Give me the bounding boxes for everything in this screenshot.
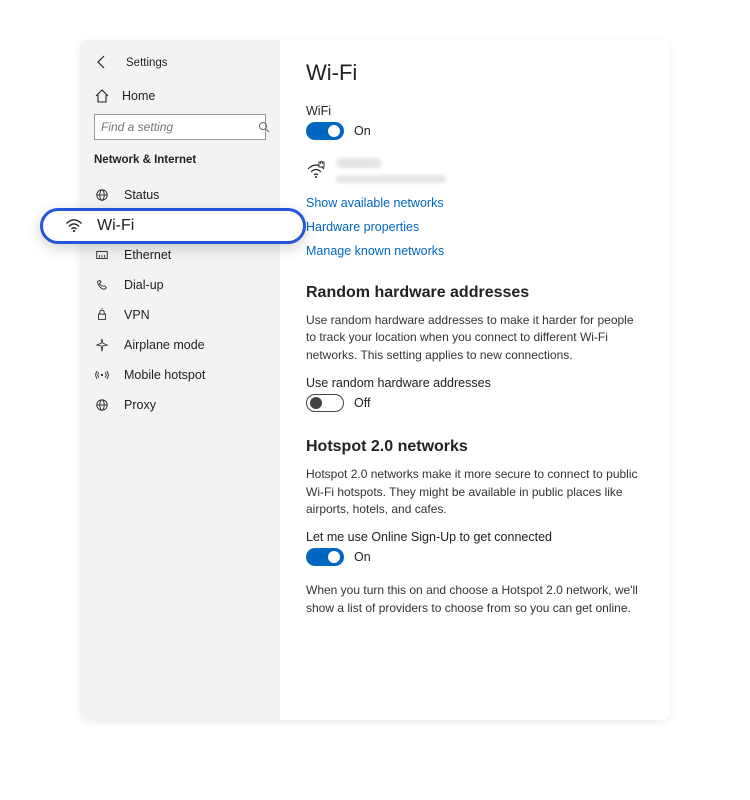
wifi-toggle-label: WiFi bbox=[306, 104, 644, 118]
nav-label: Status bbox=[124, 188, 266, 202]
link-known-networks[interactable]: Manage known networks bbox=[306, 244, 644, 258]
link-show-networks[interactable]: Show available networks bbox=[306, 196, 644, 210]
search-icon bbox=[258, 121, 270, 133]
content-area: Settings Home Network & Internet Sta bbox=[80, 40, 670, 720]
hotspot-toggle-row: On bbox=[306, 548, 644, 566]
hotspot-heading: Hotspot 2.0 networks bbox=[306, 438, 644, 456]
nav-label: Ethernet bbox=[124, 248, 266, 262]
random-hw-toggle[interactable] bbox=[306, 394, 344, 412]
callout-label: Wi-Fi bbox=[97, 217, 134, 235]
link-hardware-props[interactable]: Hardware properties bbox=[306, 220, 644, 234]
sidebar-item-hotspot[interactable]: Mobile hotspot bbox=[80, 360, 280, 390]
back-icon[interactable] bbox=[94, 54, 112, 72]
settings-window: Settings Home Network & Internet Sta bbox=[0, 0, 750, 800]
nav-label: VPN bbox=[124, 308, 266, 322]
nav-label: Dial-up bbox=[124, 278, 266, 292]
random-hw-toggle-label: Use random hardware addresses bbox=[306, 376, 644, 390]
sidebar-item-proxy[interactable]: Proxy bbox=[80, 390, 280, 420]
main-panel: Wi-Fi WiFi On Show available networks Ha… bbox=[280, 40, 670, 720]
sidebar: Settings Home Network & Internet Sta bbox=[80, 40, 280, 720]
random-hw-toggle-state: Off bbox=[354, 396, 370, 410]
current-network-row[interactable] bbox=[306, 156, 644, 186]
airplane-icon bbox=[94, 337, 110, 353]
nav-label: Airplane mode bbox=[124, 338, 266, 352]
search-input[interactable] bbox=[101, 120, 258, 134]
vpn-icon bbox=[94, 307, 110, 323]
nav-label: Proxy bbox=[124, 398, 266, 412]
page-title: Wi-Fi bbox=[306, 60, 644, 86]
random-hw-toggle-row: Off bbox=[306, 394, 644, 412]
proxy-icon bbox=[94, 397, 110, 413]
random-hw-heading: Random hardware addresses bbox=[306, 284, 644, 302]
search-box[interactable] bbox=[94, 114, 266, 140]
sidebar-item-airplane[interactable]: Airplane mode bbox=[80, 330, 280, 360]
random-hw-desc: Use random hardware addresses to make it… bbox=[306, 312, 644, 364]
redacted-text bbox=[336, 156, 446, 186]
globe-icon bbox=[94, 187, 110, 203]
header-row: Settings bbox=[80, 52, 280, 82]
home-label: Home bbox=[122, 89, 155, 103]
app-title: Settings bbox=[126, 57, 168, 69]
wifi-toggle-state: On bbox=[354, 124, 371, 138]
hotspot-toggle-state: On bbox=[354, 550, 371, 564]
sidebar-item-ethernet[interactable]: Ethernet bbox=[80, 240, 280, 270]
home-icon bbox=[94, 88, 110, 104]
wifi-secured-icon bbox=[306, 161, 326, 181]
wifi-toggle[interactable] bbox=[306, 122, 344, 140]
nav-label: Mobile hotspot bbox=[124, 368, 266, 382]
sidebar-item-dialup[interactable]: Dial-up bbox=[80, 270, 280, 300]
wifi-toggle-row: On bbox=[306, 122, 644, 140]
ethernet-icon bbox=[94, 247, 110, 263]
dialup-icon bbox=[94, 277, 110, 293]
sidebar-item-vpn[interactable]: VPN bbox=[80, 300, 280, 330]
section-heading: Network & Internet bbox=[80, 150, 280, 180]
wifi-icon bbox=[65, 217, 83, 235]
hotspot-toggle[interactable] bbox=[306, 548, 344, 566]
home-button[interactable]: Home bbox=[80, 82, 280, 114]
hotspot-icon bbox=[94, 367, 110, 383]
hotspot-note: When you turn this on and choose a Hotsp… bbox=[306, 582, 644, 617]
hotspot-toggle-label: Let me use Online Sign-Up to get connect… bbox=[306, 530, 644, 544]
hotspot-desc: Hotspot 2.0 networks make it more secure… bbox=[306, 466, 644, 518]
highlight-callout: Wi-Fi bbox=[40, 208, 306, 244]
sidebar-item-status[interactable]: Status bbox=[80, 180, 280, 210]
